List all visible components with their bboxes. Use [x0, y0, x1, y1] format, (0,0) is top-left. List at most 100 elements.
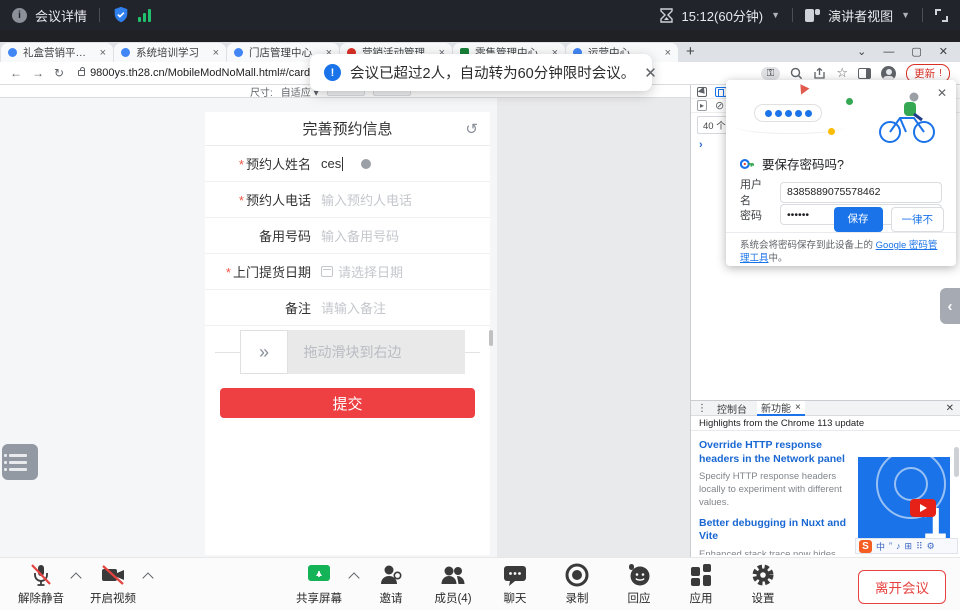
password-key-icon[interactable]: ⚿ [761, 67, 781, 80]
form-row-remark[interactable]: 备注 请输入备注 [205, 290, 490, 326]
slider-handle[interactable]: » [240, 330, 288, 374]
apps-button[interactable]: 应用 [670, 562, 732, 606]
phone-input[interactable]: 输入预约人电话 [321, 190, 412, 209]
play-button-icon[interactable] [910, 499, 936, 517]
whatsnew-heading[interactable]: Better debugging in Nuxt and Vite [699, 517, 854, 544]
tab-close-icon[interactable]: × [795, 402, 801, 413]
members-icon [440, 562, 466, 588]
username-input[interactable]: 8385889075578462 [780, 182, 942, 203]
forward-icon[interactable]: → [32, 66, 44, 80]
start-video-button[interactable]: 开启视频 [82, 562, 144, 606]
window-minimize-icon[interactable]: — [883, 46, 894, 58]
console-sidebar-icon[interactable]: ▸ [697, 100, 707, 111]
backup-input[interactable]: 输入备用号码 [321, 226, 399, 245]
meeting-title[interactable]: 会议详情 [35, 6, 87, 25]
ime-punctuation-icon[interactable]: ” [889, 541, 892, 551]
form-row-date[interactable]: *上门提货日期 请选择日期 [205, 254, 490, 290]
view-mode-label[interactable]: 演讲者视图 [828, 6, 893, 25]
window-menu-icon[interactable]: ⌄ [857, 45, 866, 58]
whatsnew-video-thumbnail[interactable]: 1 [858, 457, 950, 543]
zoom-icon[interactable] [790, 67, 803, 80]
password-dots-pill [754, 104, 822, 122]
meeting-list-fab[interactable] [2, 444, 38, 480]
tab-console[interactable]: 控制台 [717, 401, 747, 416]
fullscreen-icon[interactable] [935, 9, 948, 22]
invite-button[interactable]: 邀请 [360, 562, 422, 606]
profile-avatar[interactable] [881, 66, 896, 81]
leave-meeting-button[interactable]: 离开会议 [858, 570, 946, 604]
bookmark-star-icon[interactable]: ☆ [836, 65, 848, 81]
form-row-backup[interactable]: 备用号码 输入备用号码 [205, 218, 490, 254]
tab-close-icon[interactable]: × [100, 47, 106, 59]
ime-keyboard-icon[interactable]: ⊞ [905, 541, 913, 552]
remark-input[interactable]: 请输入备注 [321, 298, 386, 317]
apps-grid-icon [688, 562, 714, 588]
ime-toolbox-icon[interactable]: ⠿ [916, 541, 923, 552]
never-button[interactable]: 一律不 [891, 207, 945, 232]
browser-frame-strip [0, 30, 960, 42]
inspect-element-icon[interactable] [697, 87, 707, 97]
name-input[interactable]: ces [321, 156, 371, 171]
record-icon [564, 562, 590, 588]
window-maximize-icon[interactable]: ▢ [911, 45, 921, 58]
date-picker[interactable]: 请选择日期 [321, 262, 403, 281]
mic-muted-icon [28, 562, 54, 588]
share-options-chevron[interactable] [348, 572, 359, 583]
banner-text: 会议已超过2人，自动转为60分钟限时会议。 [350, 62, 635, 83]
whatsnew-subtitle: Highlights from the Chrome 113 update [691, 416, 960, 431]
tab-whats-new[interactable]: 新功能 × [757, 401, 805, 416]
members-button[interactable]: 成员(4) [422, 562, 484, 606]
required-mark: * [239, 157, 244, 172]
drawer-close-icon[interactable]: ✕ [946, 403, 954, 414]
network-signal-icon[interactable] [138, 8, 151, 22]
banner-close-icon[interactable]: ✕ [644, 64, 657, 82]
settings-button[interactable]: 设置 [732, 562, 794, 606]
mic-options-chevron[interactable] [70, 572, 81, 583]
console-clear-icon[interactable]: ⊘ [715, 99, 724, 112]
save-button[interactable]: 保存 [834, 207, 883, 232]
unmute-button[interactable]: 解除静音 [10, 562, 72, 606]
browser-tab[interactable]: 系统培训学习 × [114, 43, 226, 62]
back-icon[interactable]: ← [10, 66, 22, 80]
info-icon: ! [324, 64, 341, 81]
security-shield-icon[interactable] [112, 6, 130, 24]
whatsnew-heading[interactable]: Override HTTP response headers in the Ne… [699, 439, 854, 466]
tab-close-icon[interactable]: × [665, 47, 671, 59]
drawer-scrollbar[interactable] [954, 447, 959, 477]
record-button[interactable]: 录制 [546, 562, 608, 606]
password-label: 密码 [740, 207, 772, 223]
window-close-icon[interactable]: ✕ [939, 45, 948, 58]
form-row-phone[interactable]: *预约人电话 输入预约人电话 [205, 182, 490, 218]
form-row-name[interactable]: *预约人姓名 ces [205, 146, 490, 182]
tab-close-icon[interactable]: × [213, 47, 219, 59]
share-screen-icon [306, 562, 332, 588]
undo-icon[interactable]: ↺ [465, 120, 478, 138]
view-caret-icon[interactable]: ▼ [901, 10, 910, 20]
save-password-dialog: ✕ 要保存密码吗? 用户名 8385 [726, 80, 956, 266]
share-screen-button[interactable]: 共享屏幕 [288, 562, 350, 606]
meeting-info-icon[interactable]: i [12, 8, 27, 23]
share-icon[interactable] [813, 67, 826, 80]
submit-button[interactable]: 提交 [220, 388, 475, 418]
hourglass-icon [660, 8, 673, 23]
meeting-topbar: i 会议详情 15:12(60分钟) ▼ 演讲者视图 ▼ [0, 0, 960, 30]
whatsnew-body: Specify HTTP response headers locally to… [699, 471, 854, 509]
ime-language-icon[interactable]: 中 [876, 540, 885, 553]
video-options-chevron[interactable] [142, 572, 153, 583]
reload-icon[interactable]: ↻ [54, 66, 64, 80]
page-scrollbar[interactable] [489, 330, 493, 346]
ime-settings-icon[interactable]: ⚙ [927, 541, 935, 552]
chat-button[interactable]: 聊天 [484, 562, 546, 606]
cyclist-illustration [874, 92, 938, 144]
video-panel-collapse-handle[interactable]: ‹ [940, 288, 960, 324]
timer-caret-icon[interactable]: ▼ [771, 10, 780, 20]
side-panel-icon[interactable] [858, 68, 871, 79]
drawer-menu-icon[interactable]: ⋮ [697, 403, 707, 414]
browser-tab[interactable]: 礼盒营销平台管理中心 × [1, 43, 113, 62]
reactions-button[interactable]: 回应 [608, 562, 670, 606]
sogou-logo-icon[interactable]: S [859, 540, 872, 553]
text-caret [342, 157, 343, 171]
devtools-drawer: ⋮ 控制台 新功能 × ✕ Highlights from the Chrome… [690, 400, 960, 557]
new-tab-button[interactable]: + [686, 43, 695, 62]
ime-voice-icon[interactable]: ♪ [896, 541, 901, 551]
